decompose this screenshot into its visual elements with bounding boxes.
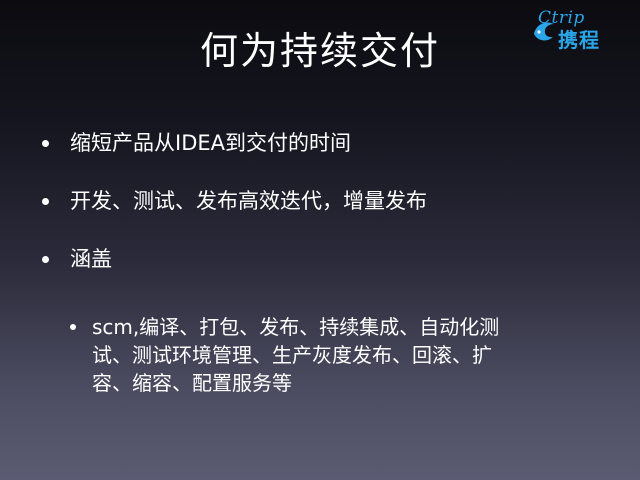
- bullet-list: 缩短产品从IDEA到交付的时间 开发、测试、发布高效迭代，增量发布 涵盖: [42, 128, 622, 302]
- sub-bullet-line: 容、缩容、配置服务等: [92, 371, 292, 395]
- slide: 何为持续交付 Ctrip 携程 缩短产品从IDEA到交付的时间 开发、测试、发布…: [0, 0, 640, 480]
- logo-cn-text: 携程: [558, 28, 600, 52]
- sub-bullet-list: scm,编译、打包、发布、持续集成、自动化测 试、测试环境管理、生产灰度发布、回…: [70, 313, 570, 397]
- bullet-item: 缩短产品从IDEA到交付的时间: [42, 128, 622, 158]
- ctrip-logo: Ctrip 携程: [530, 8, 630, 52]
- sub-bullet-line: 试、测试环境管理、生产灰度发布、回滚、扩: [92, 343, 492, 367]
- bullet-item: 开发、测试、发布高效迭代，增量发布: [42, 186, 622, 216]
- sub-bullet-line: scm,编译、打包、发布、持续集成、自动化测: [92, 315, 500, 339]
- sub-bullet-item: scm,编译、打包、发布、持续集成、自动化测 试、测试环境管理、生产灰度发布、回…: [70, 313, 570, 397]
- bullet-item: 涵盖: [42, 244, 622, 274]
